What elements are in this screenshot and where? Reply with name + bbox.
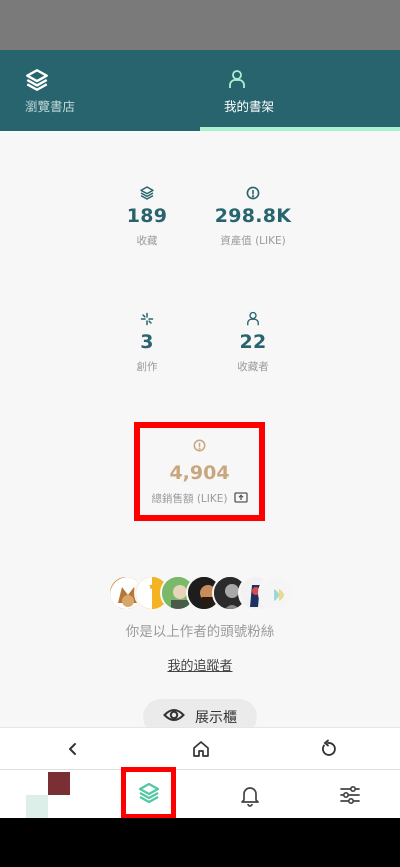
tab-my-bookshelf[interactable]: 我的書架 [200,50,400,131]
stat-value: 189 [126,205,168,227]
tab-shelf-label: 我的書架 [224,99,275,114]
stat-total-sales[interactable]: 4,904 總銷售額 (LIKE) [134,422,265,521]
stat-value: 3 [140,331,154,353]
stat-value: 22 [239,331,267,353]
stat-label: 資產值 (LIKE) [220,235,286,247]
user-icon [193,311,313,327]
stat-value: 4,904 [169,462,230,484]
system-nav-bar [0,818,400,867]
app-logo[interactable] [26,772,70,818]
bookshelf-nav-button[interactable] [121,767,176,819]
stat-label-row: 總銷售額 (LIKE) [140,491,259,506]
stat-label: 收藏 [136,235,158,247]
stat-collectors[interactable]: 22 收藏者 [193,311,313,374]
export-icon[interactable] [233,491,248,506]
reload-icon[interactable] [318,739,338,759]
layers-icon [87,185,207,201]
stat-collected[interactable]: 189 收藏 [87,185,207,248]
like-coin-icon [193,185,313,201]
stat-label: 收藏者 [237,361,269,373]
user-icon [228,69,246,93]
fan-statement: 你是以上作者的頭號粉絲 [125,624,275,640]
back-icon[interactable] [63,739,83,759]
showcase-label: 展示櫃 [195,710,237,726]
layers-icon [137,781,161,809]
stat-label: 總銷售額 (LIKE) [151,493,228,505]
top-nav: 瀏覽書店 我的書架 [0,50,400,131]
avatar[interactable] [258,575,294,611]
stat-created[interactable]: 3 創作 [87,311,207,374]
home-icon[interactable] [191,739,211,759]
active-tab-indicator [200,127,400,131]
status-bar [0,0,400,50]
like-coin-icon [140,437,259,456]
layers-icon [24,67,50,97]
stat-value: 298.8K [214,205,292,227]
browser-toolbar [0,727,400,769]
stat-label: 創作 [136,361,158,373]
my-followers-link[interactable]: 我的追蹤者 [0,655,400,674]
creator-avatars [108,575,298,611]
tab-browse-store[interactable]: 瀏覽書店 [0,50,200,131]
sparkle-icon [87,311,207,327]
tab-browse-label: 瀏覽書店 [25,99,76,114]
stat-asset-value[interactable]: 298.8K 資產值 (LIKE) [193,185,313,248]
eye-icon [163,707,185,727]
